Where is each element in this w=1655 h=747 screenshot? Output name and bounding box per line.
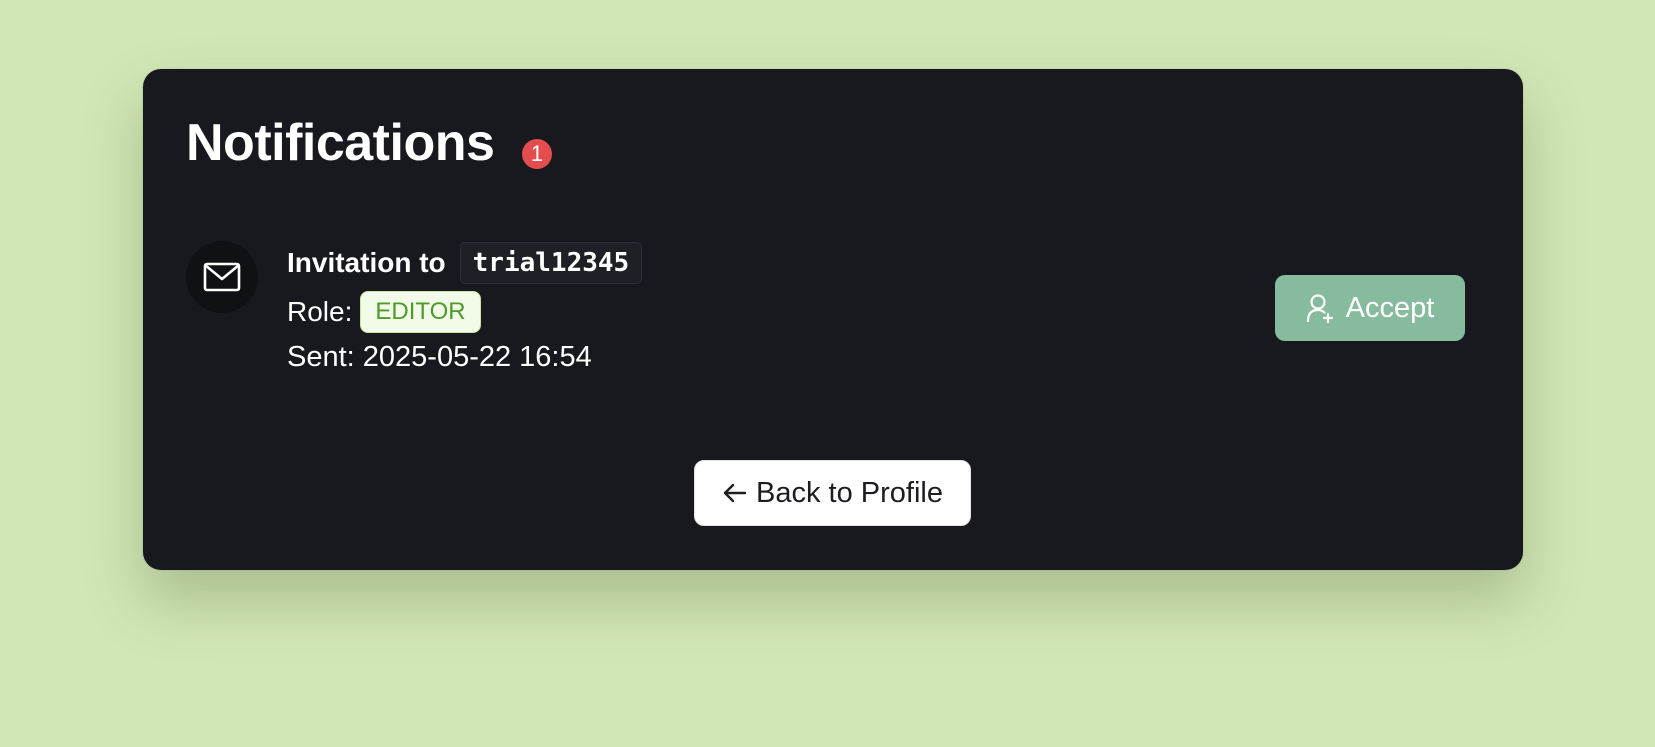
arrow-left-icon	[722, 482, 748, 504]
unread-count-badge: 1	[522, 139, 552, 169]
page-title: Notifications	[186, 114, 495, 172]
back-label: Back to Profile	[756, 476, 943, 509]
notification-details: Invitation to trial12345 Role: EDITOR Se…	[287, 241, 643, 377]
invitation-line: Invitation to trial12345	[287, 241, 643, 285]
sent-timestamp: Sent: 2025-05-22 16:54	[287, 341, 592, 373]
role-badge: EDITOR	[360, 291, 481, 333]
accept-label: Accept	[1345, 291, 1435, 324]
role-line: Role: EDITOR	[287, 291, 642, 333]
accept-button[interactable]: Accept	[1275, 275, 1465, 341]
mail-icon	[186, 241, 258, 313]
user-plus-icon	[1306, 293, 1334, 323]
invitation-target: trial12345	[459, 242, 643, 284]
role-label: Role:	[287, 296, 353, 327]
invitation-label: Invitation to	[287, 247, 446, 278]
notifications-card: Notifications 1 Invitation to trial12345…	[143, 69, 1523, 570]
back-to-profile-button[interactable]: Back to Profile	[694, 460, 971, 526]
title-area: Notifications 1	[186, 113, 552, 173]
